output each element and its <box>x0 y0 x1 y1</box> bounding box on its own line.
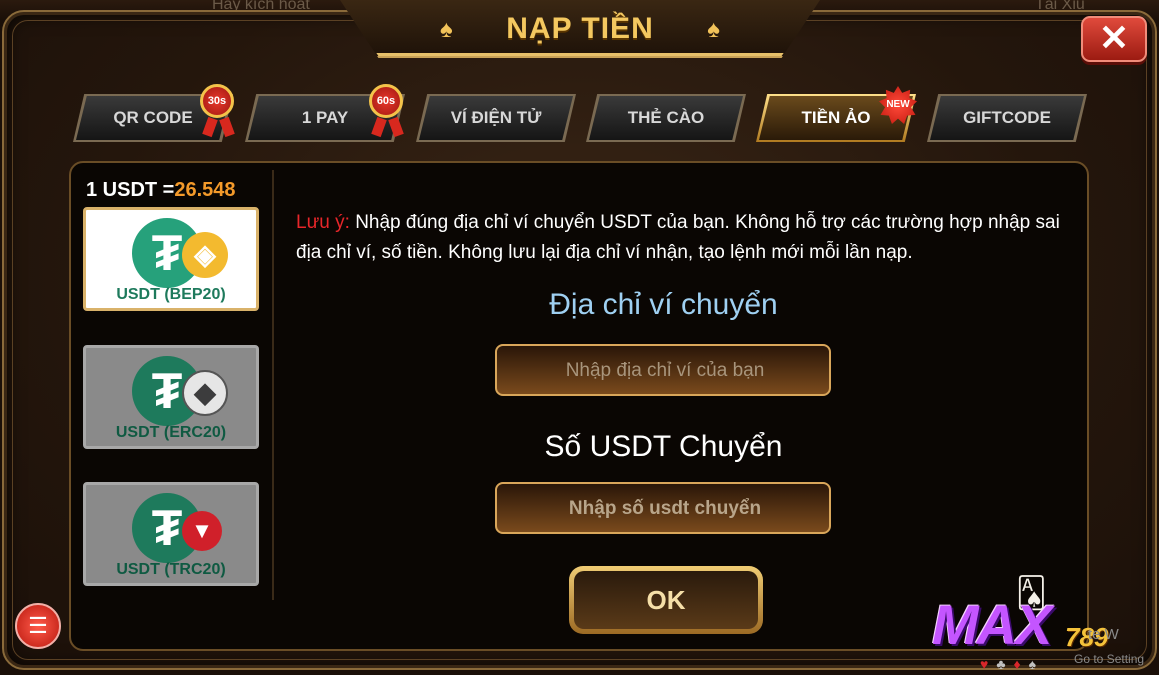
rate-prefix: 1 USDT = <box>86 179 175 201</box>
coin-label: USDT (TRC20) <box>116 561 226 578</box>
tron-icon: ▼ <box>182 511 222 551</box>
ethereum-icon: ◆ <box>182 370 228 416</box>
close-button[interactable]: ✕ <box>1081 16 1147 62</box>
spade-icon: ♠ <box>707 16 720 43</box>
panel-divider <box>272 170 274 600</box>
tab-giftcode[interactable]: GIFTCODE <box>930 96 1084 140</box>
logo-text: MAX <box>932 593 1052 656</box>
brand-logo: MAX 789 <box>932 592 1108 657</box>
warning-note: Lưu ý: Nhập đúng địa chỉ ví chuyển USDT … <box>296 208 1086 268</box>
amount-field-frame <box>495 482 833 534</box>
os-activation-subtext: Go to Setting <box>1074 652 1145 666</box>
ok-button[interactable]: OK <box>569 566 763 634</box>
exchange-rate: 1 USDT =26.548 <box>86 179 236 202</box>
wallet-address-input[interactable] <box>497 346 833 396</box>
os-activation-text: te W <box>1088 626 1119 643</box>
tab-e-wallet[interactable]: VÍ ĐIỆN TỬ <box>419 96 573 140</box>
address-field-frame <box>495 344 833 396</box>
tab-card[interactable]: THẺ CÀO <box>589 96 743 140</box>
dialog-title: NẠP TIỀN <box>506 12 654 45</box>
note-prefix: Lưu ý: <box>296 212 350 233</box>
ok-button-label: OK <box>574 571 758 629</box>
coin-option-bep20[interactable]: ₮ ◈ USDT (BEP20) <box>83 207 259 311</box>
card-suits-icon: ♥♣♦♠ <box>980 656 1045 672</box>
address-label: Địa chỉ ví chuyển <box>549 288 778 321</box>
coin-label: USDT (ERC20) <box>115 424 227 441</box>
timer-badge-30s: 30s <box>200 84 234 118</box>
title-banner: ♠ NẠP TIỀN ♠ <box>340 0 820 58</box>
binance-icon: ◈ <box>182 232 228 278</box>
spade-icon: ♠ <box>440 16 453 43</box>
usdt-amount-input[interactable] <box>497 484 833 534</box>
timer-badge-60s: 60s <box>369 84 403 118</box>
note-text: Nhập đúng địa chỉ ví chuyển USDT của bạn… <box>296 212 1060 263</box>
rate-value: 26.548 <box>174 179 236 201</box>
history-menu-button[interactable]: ☰ <box>15 603 61 649</box>
coin-option-trc20[interactable]: ₮ ▼ USDT (TRC20) <box>83 482 259 586</box>
coin-option-erc20[interactable]: ₮ ◆ USDT (ERC20) <box>83 345 259 449</box>
amount-label: Số USDT Chuyển <box>544 430 783 463</box>
coin-label: USDT (BEP20) <box>116 286 226 303</box>
